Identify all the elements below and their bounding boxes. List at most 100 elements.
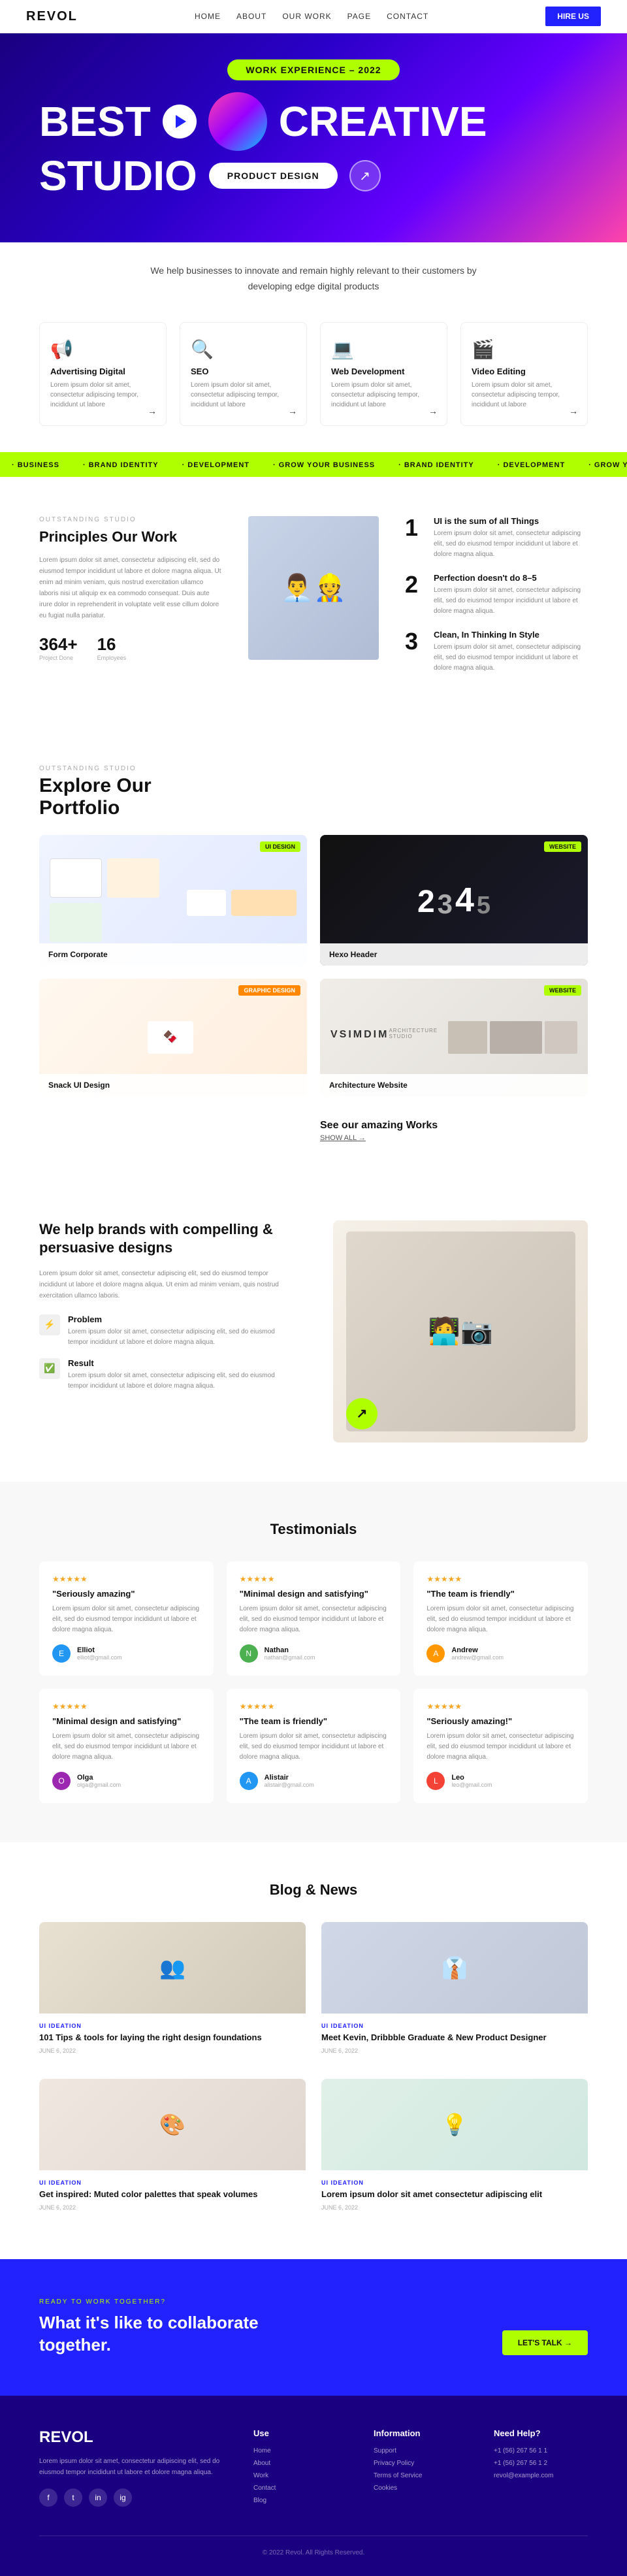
portfolio-show-all-link[interactable]: SHOW ALL →: [320, 1134, 588, 1142]
nav-about[interactable]: ABOUT: [236, 12, 266, 21]
blog-content-1: UI Ideation 101 Tips & tools for laying …: [39, 2014, 306, 2063]
nav-work[interactable]: OUR WORK: [282, 12, 331, 21]
service-video-arrow[interactable]: →: [569, 406, 578, 416]
service-webdev-arrow[interactable]: →: [428, 406, 438, 416]
footer-link-home[interactable]: Home: [253, 2447, 347, 2454]
hire-button[interactable]: HIRE US: [545, 7, 601, 26]
cta-button[interactable]: LET'S TALK →: [502, 2330, 588, 2355]
footer-link-blog[interactable]: Blog: [253, 2497, 347, 2504]
blog-meta-4: JUNE 6, 2022: [321, 2204, 588, 2211]
footer-link-contact[interactable]: Contact: [253, 2485, 347, 2492]
principles-stats: 364+ Project Done 16 Employees: [39, 634, 222, 661]
brands-result-title: Result: [68, 1358, 294, 1368]
service-advertising-desc: Lorem ipsum dolor sit amet, consectetur …: [50, 380, 155, 410]
principles-left: OUTSTANDING STUDIO Principles Our Work L…: [39, 516, 222, 661]
testimonial-2-author-info: Nathan nathan@gmail.com: [265, 1646, 315, 1661]
footer-link-about[interactable]: About: [253, 2460, 347, 2467]
footer-description: Lorem ipsum dolor sit amet, consectetur …: [39, 2456, 227, 2478]
testimonial-2-text: Lorem ipsum dolor sit amet, consectetur …: [240, 1604, 388, 1635]
service-webdev-title: Web Development: [331, 367, 436, 376]
nav-page[interactable]: PAGE: [347, 12, 371, 21]
brands-problem-title: Problem: [68, 1314, 294, 1324]
footer-email[interactable]: revol@example.com: [494, 2472, 588, 2479]
footer-link-cookies[interactable]: Cookies: [374, 2485, 468, 2492]
portfolio-card-corporate[interactable]: UI DESIGN Form Corporate: [39, 835, 307, 966]
blog-img-4: 💡: [321, 2079, 588, 2170]
play-button[interactable]: [163, 105, 197, 139]
portfolio-card-snack[interactable]: 🍫 GRAPHIC DESIGN Snack UI Design: [39, 979, 307, 1096]
brands-arrow-button[interactable]: ↗: [346, 1398, 378, 1429]
ticker-item: · BRAND IDENTITY: [387, 461, 486, 469]
blog-meta-3: JUNE 6, 2022: [39, 2204, 306, 2211]
service-advertising-arrow[interactable]: →: [148, 406, 157, 416]
footer-link-terms[interactable]: Terms of Service: [374, 2472, 468, 2479]
testimonial-4-name: Olga: [77, 1774, 121, 1782]
service-webdev: 💻 Web Development Lorem ipsum dolor sit …: [320, 322, 447, 426]
portfolio-badge-corporate: UI DESIGN: [260, 841, 300, 852]
services-section: 📢 Advertising Digital Lorem ipsum dolor …: [0, 316, 627, 452]
principles-section: OUTSTANDING STUDIO Principles Our Work L…: [0, 477, 627, 726]
portfolio-badge-arch: WEBSITE: [544, 985, 581, 996]
cta-inner: READY TO WORK TOGETHER? What it's like t…: [39, 2298, 588, 2356]
testimonial-4-author: O Olga olga@gmail.com: [52, 1772, 201, 1790]
footer-link-support[interactable]: Support: [374, 2447, 468, 2454]
stat-projects-label: Project Done: [39, 655, 78, 661]
social-facebook[interactable]: f: [39, 2488, 57, 2507]
navbar: REVOL HOME ABOUT OUR WORK PAGE CONTACT H…: [0, 0, 627, 33]
testimonial-4-avatar: O: [52, 1772, 71, 1790]
footer-col-help-title: Need Help?: [494, 2428, 588, 2438]
video-icon: 🎬: [472, 338, 577, 360]
product-design-button[interactable]: PRODUCT DESIGN: [209, 163, 338, 189]
portfolio-card-hexo[interactable]: 2 3 4 5 WEBSITE Hexo Header: [320, 835, 588, 966]
brands-right: 🧑‍💻📷 ↗: [333, 1220, 588, 1443]
social-linkedin[interactable]: in: [89, 2488, 107, 2507]
blog-card-1[interactable]: 👥 UI Ideation 101 Tips & tools for layin…: [39, 1922, 306, 2063]
testimonial-3-text: Lorem ipsum dolor sit amet, consectetur …: [426, 1604, 575, 1635]
hero-row2: STUDIO PRODUCT DESIGN ↗: [39, 155, 588, 197]
portfolio-card-arch[interactable]: VSIMDIM ARCHITECTURE STUDIO WEBSITE Arch…: [320, 979, 588, 1096]
footer-phone1[interactable]: +1 (56) 267 56 1 1: [494, 2447, 588, 2454]
footer-phone2[interactable]: +1 (56) 267 56 1 2: [494, 2460, 588, 2467]
footer-link-work[interactable]: Work: [253, 2472, 347, 2479]
brands-problem-text: Lorem ipsum dolor sit amet, consectetur …: [68, 1327, 294, 1348]
seo-icon: 🔍: [191, 338, 296, 360]
nav-home[interactable]: HOME: [195, 12, 221, 21]
hero-section: WORK EXPERIENCE – 2022 BEST CREATIVE STU…: [0, 33, 627, 242]
blog-card-3[interactable]: 🎨 UI Ideation Get inspired: Muted color …: [39, 2079, 306, 2220]
testimonial-1-name: Elliot: [77, 1646, 122, 1654]
principles-title: Principles Our Work: [39, 529, 222, 546]
portfolio-badge-hexo: WEBSITE: [544, 841, 581, 852]
testimonial-1-quote: "Seriously amazing": [52, 1589, 201, 1599]
testimonial-3-stars: ★★★★★: [426, 1574, 575, 1584]
testimonial-6-author: L Leo leo@gmail.com: [426, 1772, 575, 1790]
social-twitter[interactable]: t: [64, 2488, 82, 2507]
blog-card-4[interactable]: 💡 UI Ideation Lorem ipsum dolor sit amet…: [321, 2079, 588, 2220]
testimonial-5-avatar: A: [240, 1772, 258, 1790]
brands-photo: 🧑‍💻📷: [346, 1231, 575, 1431]
ticker-item: · DEVELOPMENT: [170, 461, 261, 469]
nav-contact[interactable]: CONTACT: [387, 12, 428, 21]
principles-right: 1 UI is the sum of all Things Lorem ipsu…: [405, 516, 588, 687]
portfolio-badge-snack: GRAPHIC DESIGN: [238, 985, 300, 996]
blog-cat-3: UI Ideation: [39, 2179, 306, 2186]
footer-link-privacy[interactable]: Privacy Policy: [374, 2460, 468, 2467]
testimonial-2-name: Nathan: [265, 1646, 315, 1654]
blog-card-2[interactable]: 👔 UI Ideation Meet Kevin, Dribbble Gradu…: [321, 1922, 588, 2063]
principle-2-text: Lorem ipsum dolor sit amet, consectetur …: [434, 585, 588, 617]
brands-result-text: Lorem ipsum dolor sit amet, consectetur …: [68, 1371, 294, 1392]
portfolio-header: OUTSTANDING STUDIO Explore OurPortfolio: [39, 765, 588, 819]
testimonial-1-text: Lorem ipsum dolor sit amet, consectetur …: [52, 1604, 201, 1635]
service-seo-arrow[interactable]: →: [288, 406, 297, 416]
testimonial-1-avatar: E: [52, 1644, 71, 1663]
ticker-inner: · BUSINESS · BRAND IDENTITY · DEVELOPMEN…: [0, 461, 627, 469]
footer-copyright: © 2022 Revol. All Rights Reserved.: [39, 2535, 588, 2556]
testimonial-4-role: olga@gmail.com: [77, 1782, 121, 1788]
testimonial-2-quote: "Minimal design and satisfying": [240, 1589, 388, 1599]
blog-img-3: 🎨: [39, 2079, 306, 2170]
hero-arrow-button[interactable]: ↗: [349, 160, 381, 191]
brands-problem-content: Problem Lorem ipsum dolor sit amet, cons…: [68, 1314, 294, 1348]
testimonial-1-stars: ★★★★★: [52, 1574, 201, 1584]
ticker-item: · BUSINESS: [0, 461, 71, 469]
testimonial-4-stars: ★★★★★: [52, 1702, 201, 1711]
social-instagram[interactable]: ig: [114, 2488, 132, 2507]
